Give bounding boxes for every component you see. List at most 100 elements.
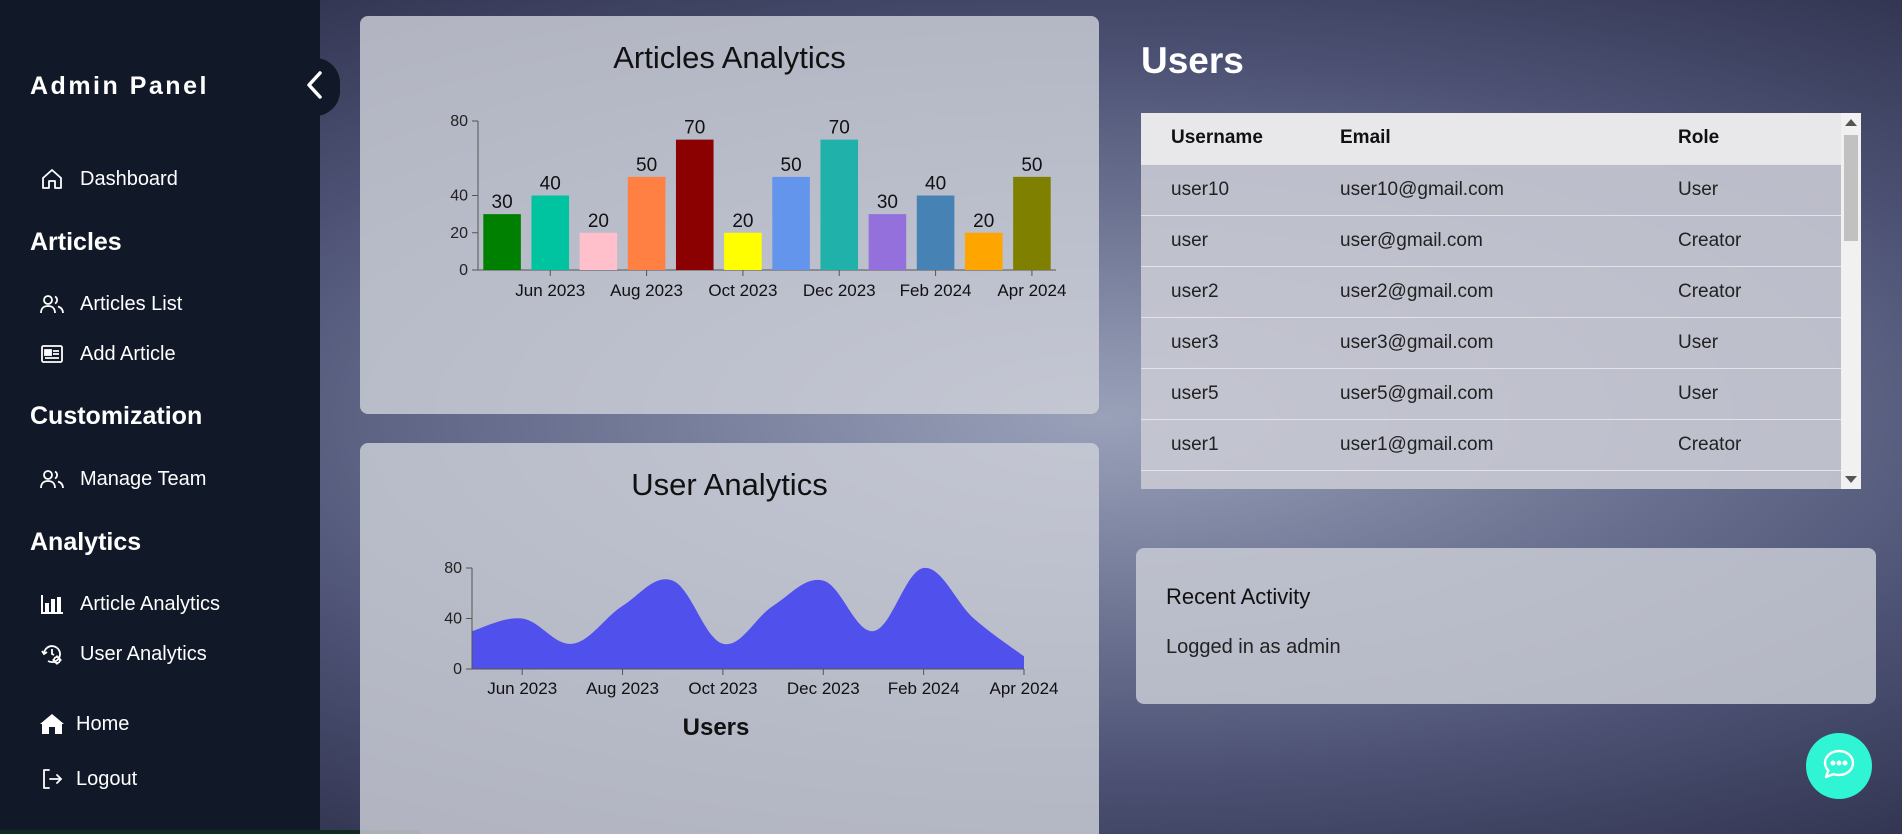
sidebar-item-label: Articles List bbox=[80, 292, 183, 315]
table-row[interactable]: user1 user1@gmail.com Creator bbox=[1141, 419, 1841, 470]
y-tick-label: 80 bbox=[444, 560, 462, 577]
bar-data-label: 20 bbox=[973, 211, 994, 232]
scroll-thumb[interactable] bbox=[1844, 135, 1858, 241]
users-icon bbox=[38, 465, 66, 493]
y-tick-label: 80 bbox=[450, 113, 468, 130]
scroll-down-arrow-icon[interactable] bbox=[1845, 476, 1857, 483]
recent-activity-title: Recent Activity bbox=[1166, 584, 1311, 609]
recent-activity-text: Logged in as admin bbox=[1166, 636, 1341, 658]
x-tick-label: Dec 2023 bbox=[803, 281, 876, 300]
scroll-up-arrow-icon[interactable] bbox=[1845, 119, 1857, 126]
sidebar-item-logout[interactable]: Logout bbox=[38, 764, 137, 794]
users-table-container: Username Email Role user10 user10@gmail.… bbox=[1141, 113, 1861, 489]
table-row[interactable]: user5 user5@gmail.com User bbox=[1141, 368, 1841, 419]
bar bbox=[627, 176, 666, 270]
cell-username: user bbox=[1171, 229, 1208, 251]
table-header-row: Username Email Role bbox=[1141, 113, 1841, 164]
users-icon bbox=[38, 290, 66, 318]
cell-role bbox=[1678, 470, 1841, 489]
table-row[interactable] bbox=[1141, 470, 1841, 489]
chat-button[interactable] bbox=[1806, 733, 1872, 799]
sidebar-item-user-analytics[interactable]: User Analytics bbox=[38, 639, 207, 669]
column-header-username[interactable]: Username bbox=[1141, 113, 1340, 164]
y-tick-label: 0 bbox=[453, 661, 462, 678]
home-solid-icon bbox=[38, 710, 66, 738]
bar bbox=[483, 214, 521, 270]
articles-bar-chart: 0 20 40 80 30 40 20 50 70 20 50 70 30 40 20 50 Jun 2023 A… bbox=[450, 113, 1066, 300]
history-gear-icon bbox=[38, 640, 66, 668]
user-analytics-card: User Analytics 0 40 80 Jun 2023 Aug 2023 Oct … bbox=[360, 443, 1099, 834]
bar-data-label: 70 bbox=[684, 118, 705, 139]
cell-email: user3@gmail.com bbox=[1340, 331, 1494, 353]
x-tick-label: Apr 2024 bbox=[990, 679, 1059, 698]
sidebar-item-manage-team[interactable]: Manage Team bbox=[38, 464, 206, 494]
x-tick-label: Jun 2023 bbox=[487, 679, 557, 698]
cell-role: User bbox=[1678, 331, 1719, 353]
bar-data-label: 30 bbox=[492, 192, 513, 213]
cell-role: Creator bbox=[1678, 280, 1742, 302]
cell-role: Creator bbox=[1678, 229, 1742, 251]
brand-title: Admin Panel bbox=[30, 72, 209, 100]
cell-role: User bbox=[1678, 178, 1719, 200]
x-axis-title: Users bbox=[683, 714, 750, 741]
x-tick-label: Dec 2023 bbox=[787, 679, 860, 698]
bar bbox=[964, 232, 1003, 270]
chat-bubble-icon bbox=[1822, 748, 1856, 785]
sidebar-item-label: Logout bbox=[76, 767, 138, 790]
y-tick-label: 20 bbox=[450, 225, 468, 242]
x-tick-label: Oct 2023 bbox=[708, 281, 777, 300]
bar bbox=[772, 176, 810, 270]
sidebar-item-label: Dashboard bbox=[80, 167, 178, 190]
bar bbox=[724, 232, 762, 270]
cell-email: user5@gmail.com bbox=[1340, 382, 1494, 404]
newspaper-icon bbox=[38, 340, 66, 368]
sidebar-item-label: User Analytics bbox=[80, 642, 207, 665]
x-tick-label: Apr 2024 bbox=[997, 281, 1066, 300]
area-series-users bbox=[472, 567, 1024, 669]
y-tick-label: 40 bbox=[450, 188, 468, 205]
bar bbox=[531, 195, 570, 270]
section-title-customization: Customization bbox=[30, 402, 203, 430]
articles-analytics-card: Articles Analytics 0 20 40 80 30 40 20 50 70 20 50… bbox=[360, 16, 1099, 414]
sidebar-item-label: Home bbox=[76, 712, 130, 735]
table-row[interactable]: user3 user3@gmail.com User bbox=[1141, 317, 1841, 368]
cell-email bbox=[1340, 470, 1678, 489]
sidebar-item-dashboard[interactable]: Dashboard bbox=[38, 164, 178, 194]
x-tick-label: Feb 2024 bbox=[900, 281, 972, 300]
sidebar-bottom-bar bbox=[0, 830, 420, 834]
column-header-email[interactable]: Email bbox=[1340, 113, 1678, 164]
bar-data-label: 40 bbox=[540, 174, 561, 195]
cell-username: user3 bbox=[1171, 331, 1219, 353]
table-row[interactable]: user2 user2@gmail.com Creator bbox=[1141, 266, 1841, 317]
column-header-role[interactable]: Role bbox=[1678, 113, 1841, 164]
sidebar-item-label: Article Analytics bbox=[80, 592, 221, 615]
x-tick-label: Oct 2023 bbox=[688, 679, 757, 698]
table-row[interactable]: user user@gmail.com Creator bbox=[1141, 215, 1841, 266]
x-tick-label: Aug 2023 bbox=[586, 679, 659, 698]
cell-email: user1@gmail.com bbox=[1340, 433, 1494, 455]
sidebar-item-label: Add Article bbox=[80, 342, 176, 365]
table-scrollbar[interactable] bbox=[1841, 113, 1861, 489]
sidebar-item-articles-list[interactable]: Articles List bbox=[38, 289, 182, 319]
cell-username: user1 bbox=[1171, 433, 1219, 455]
cell-username: user2 bbox=[1171, 280, 1219, 302]
y-tick-label: 0 bbox=[459, 262, 468, 279]
table-row[interactable]: user10 user10@gmail.com User bbox=[1141, 164, 1841, 215]
bar-data-label: 50 bbox=[1021, 155, 1042, 176]
cell-email: user@gmail.com bbox=[1340, 229, 1483, 251]
cell-username: user5 bbox=[1171, 382, 1219, 404]
sidebar: Admin Panel Dashboard Articles Articles … bbox=[0, 0, 420, 834]
bar-data-label: 40 bbox=[925, 174, 946, 195]
chevron-left-icon bbox=[304, 70, 326, 105]
x-tick-label: Jun 2023 bbox=[515, 281, 585, 300]
bar-data-label: 50 bbox=[636, 155, 657, 176]
sidebar-item-home[interactable]: Home bbox=[38, 709, 129, 739]
bar bbox=[916, 195, 955, 270]
sidebar-item-article-analytics[interactable]: Article Analytics bbox=[38, 589, 220, 619]
sidebar-item-add-article[interactable]: Add Article bbox=[38, 339, 176, 369]
cell-email: user10@gmail.com bbox=[1340, 178, 1504, 200]
bar bbox=[820, 139, 859, 270]
collapse-sidebar-button[interactable] bbox=[290, 58, 340, 116]
cell-username: user10 bbox=[1171, 178, 1230, 200]
bar bbox=[1013, 176, 1051, 270]
